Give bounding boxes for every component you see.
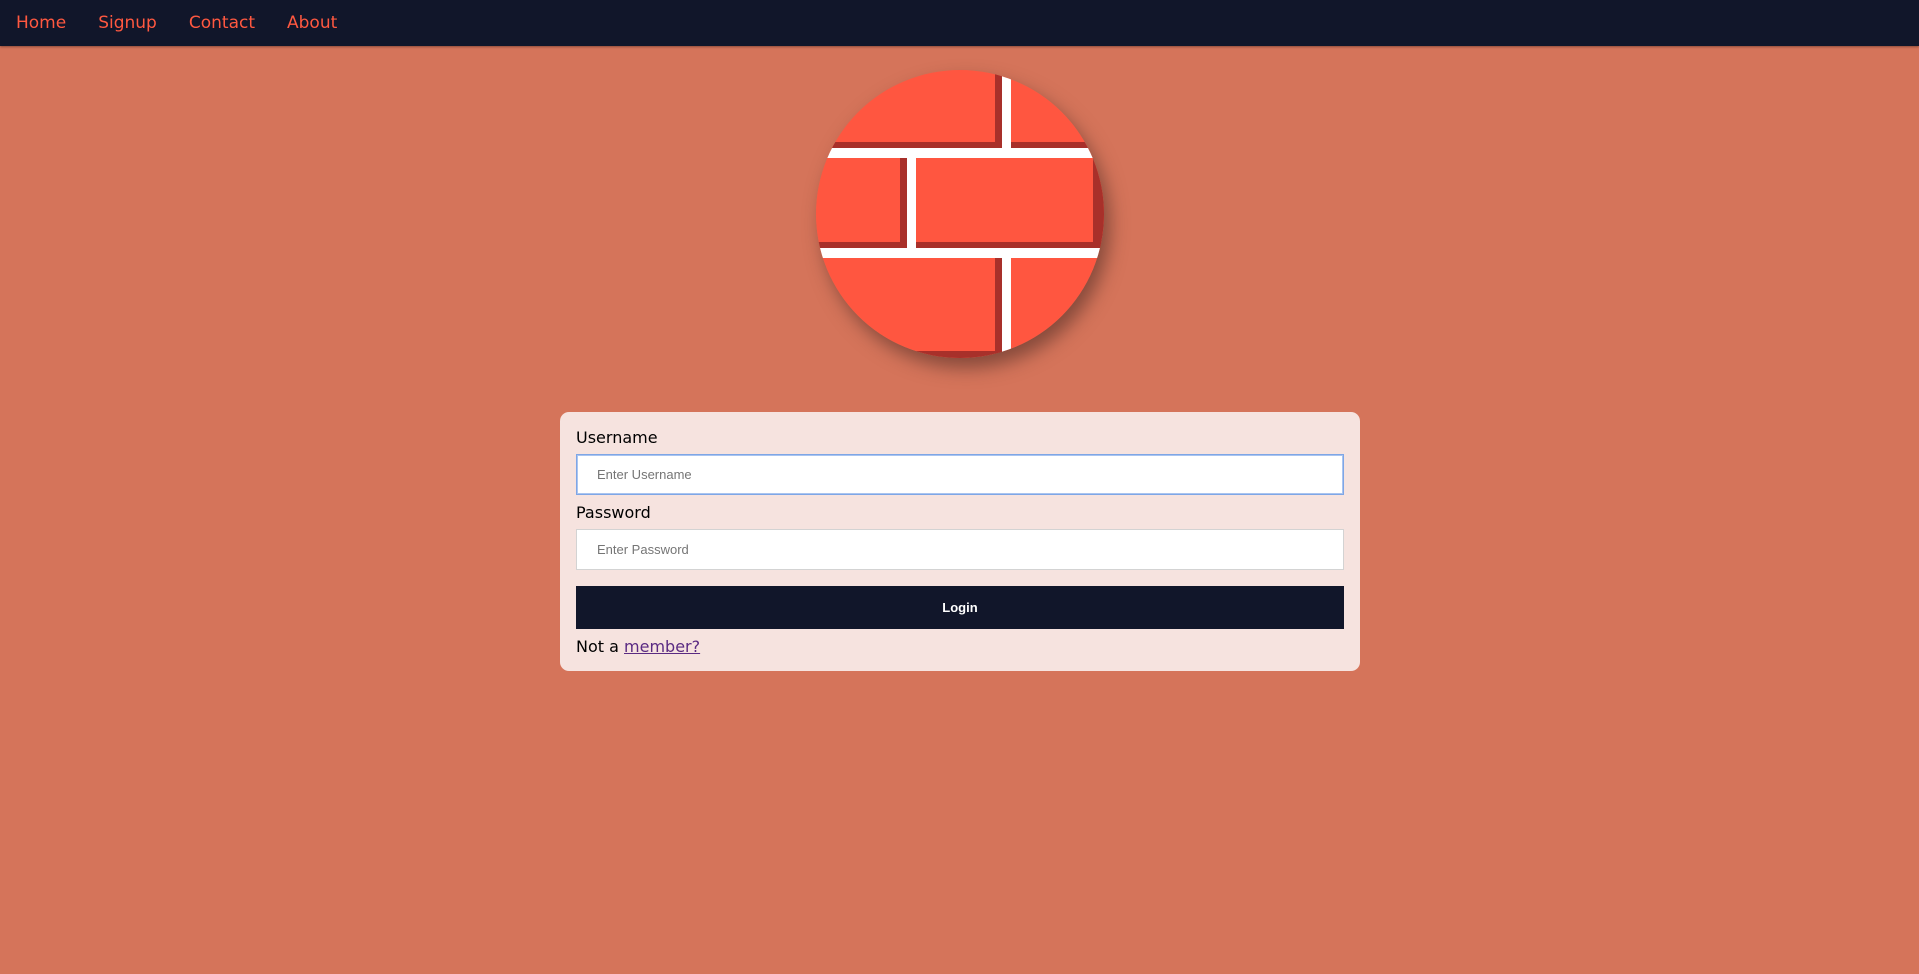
nav-home-link[interactable]: Home — [16, 0, 66, 46]
login-card: Username Password Login Not a member? — [560, 412, 1360, 671]
signup-prefix-text: Not a — [576, 637, 619, 656]
password-label: Password — [576, 503, 651, 522]
top-navigation: Home Signup Contact About — [0, 0, 1919, 46]
username-label: Username — [576, 428, 658, 447]
signup-link[interactable]: member? — [624, 637, 700, 656]
username-input[interactable] — [576, 454, 1344, 495]
nav-contact-link[interactable]: Contact — [189, 0, 255, 46]
brick-wall-icon — [816, 70, 1104, 358]
signup-prompt: Not a member? — [576, 637, 700, 656]
login-button[interactable]: Login — [576, 586, 1344, 629]
nav-signup-link[interactable]: Signup — [98, 0, 157, 46]
password-input[interactable] — [576, 529, 1344, 570]
nav-about-link[interactable]: About — [287, 0, 337, 46]
